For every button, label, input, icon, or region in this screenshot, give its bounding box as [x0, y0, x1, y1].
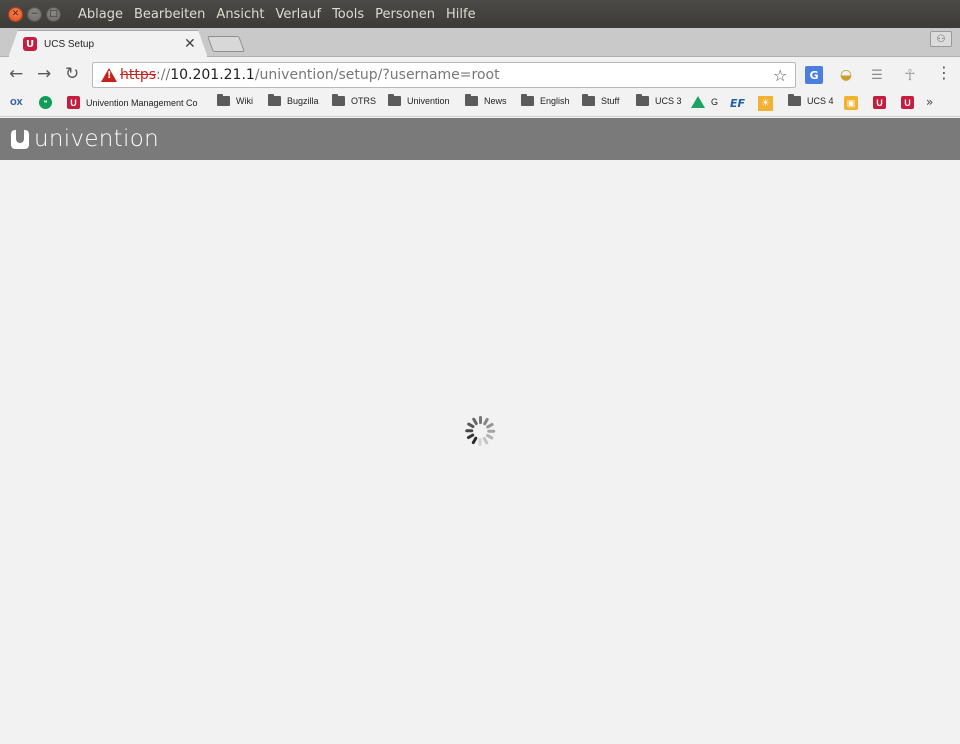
menu-ansicht[interactable]: Ansicht [216, 7, 264, 22]
tab-strip: U UCS Setup ✕ [0, 28, 960, 58]
bookmark-sun[interactable]: ☀ [758, 96, 773, 111]
bookmark-label: Wiki [236, 96, 253, 106]
folder-icon [636, 94, 649, 106]
ef-icon: EF [730, 97, 746, 110]
spinner-spoke [487, 429, 496, 433]
folder-icon [217, 94, 230, 106]
url-path: /univention/setup/?username=root [254, 67, 500, 83]
new-tab-button[interactable] [207, 36, 245, 52]
app-menu-bar: Ablage Bearbeiten Ansicht Verlauf Tools … [78, 0, 487, 28]
url-text[interactable]: https://10.201.21.1/univention/setup/?us… [120, 67, 500, 83]
bookmark-univention-u-2[interactable]: U [901, 96, 920, 109]
bookmark-univention[interactable]: Univention [388, 94, 450, 106]
bookmarks-bar: OX ❝ U Univention Management Co Wiki Bugz… [0, 91, 960, 117]
folder-icon [521, 94, 534, 106]
tab-close-icon[interactable]: ✕ [184, 36, 196, 52]
bookmark-label: Bugzilla [287, 96, 319, 106]
bookmark-stuff[interactable]: Stuff [582, 94, 620, 106]
bookmark-news[interactable]: News [465, 94, 507, 106]
reload-icon[interactable]: ↻ [65, 65, 79, 83]
page-content [0, 160, 960, 744]
window-titlebar: ✕ − □ Ablage Bearbeiten Ansicht Verlauf … [0, 0, 960, 28]
u-icon: U [901, 96, 914, 109]
bookmark-ox[interactable]: OX [10, 98, 23, 107]
bookmark-univention-management[interactable]: U Univention Management Co [67, 96, 198, 109]
browser-menu-icon[interactable]: ⋮ [936, 65, 952, 81]
bookmark-ef[interactable]: EF [730, 97, 745, 110]
folder-icon [582, 94, 595, 106]
address-bar[interactable]: https://10.201.21.1/univention/setup/?us… [92, 62, 796, 88]
spinner-spoke [479, 416, 482, 424]
bookmark-label: English [540, 96, 570, 106]
url-host: 10.201.21.1 [170, 67, 255, 83]
ox-icon: OX [10, 98, 23, 107]
folder-icon [332, 94, 345, 106]
browser-toolbar: ← → ↻ https://10.201.21.1/univention/set… [0, 57, 960, 91]
bookmark-ucs4[interactable]: UCS 4 [788, 94, 834, 106]
bookmark-label: UCS 3 [655, 96, 682, 106]
sun-icon: ☀ [758, 96, 773, 111]
menu-ablage[interactable]: Ablage [78, 7, 123, 22]
bookmark-wiki[interactable]: Wiki [217, 94, 253, 106]
folder-icon [465, 94, 478, 106]
bookmark-label: G [711, 97, 719, 107]
bowl-extension-icon[interactable]: ◒ [837, 66, 855, 84]
not-secure-warning-icon[interactable] [101, 68, 117, 82]
spinner-spoke [485, 433, 494, 440]
bookmark-label: News [484, 96, 507, 106]
bookmark-google-drive[interactable]: G [691, 96, 718, 108]
bookmark-univention-u-1[interactable]: U [873, 96, 892, 109]
tab-ucs-setup[interactable]: U UCS Setup ✕ [8, 30, 208, 58]
u-icon: U [67, 96, 80, 109]
menu-tools[interactable]: Tools [332, 7, 364, 22]
spinner-spoke [471, 436, 478, 445]
tab-title: UCS Setup [44, 38, 95, 50]
menu-personen[interactable]: Personen [375, 7, 435, 22]
window-maximize-button[interactable]: □ [46, 7, 61, 22]
loading-spinner-icon [465, 416, 496, 446]
back-arrow-icon[interactable]: ← [9, 65, 23, 83]
bookmark-star-icon[interactable]: ☆ [773, 66, 787, 85]
bookmark-hangouts[interactable]: ❝ [39, 96, 52, 109]
window-minimize-button[interactable]: − [27, 7, 42, 22]
window-close-button[interactable]: ✕ [8, 7, 23, 22]
bookmark-label: Univention [407, 96, 450, 106]
spinner-spoke [465, 429, 474, 433]
menu-bearbeiten[interactable]: Bearbeiten [134, 7, 205, 22]
bookmark-box[interactable]: ▣ [844, 96, 858, 110]
bookmark-label: UCS 4 [807, 96, 834, 106]
ankh-extension-icon[interactable]: ☥ [901, 66, 919, 84]
univention-header: univention [0, 118, 960, 160]
url-scheme: https [120, 67, 157, 83]
bookmark-label: Univention Management Co [86, 97, 198, 108]
box-icon: ▣ [844, 96, 858, 110]
spinner-spoke [482, 436, 489, 445]
hangouts-icon: ❝ [39, 96, 52, 109]
translate-extension-icon[interactable]: G [805, 66, 823, 84]
bookmark-ucs3[interactable]: UCS 3 [636, 94, 682, 106]
bookmarks-more-button[interactable]: » [926, 95, 933, 109]
bookmark-label: OTRS [351, 96, 377, 106]
url-separator: :// [156, 67, 171, 83]
drive-icon [691, 96, 705, 108]
menu-hilfe[interactable]: Hilfe [446, 7, 476, 22]
bookmark-otrs[interactable]: OTRS [332, 94, 377, 106]
bookmark-bugzilla[interactable]: Bugzilla [268, 94, 319, 106]
profile-icon[interactable]: ⚇ [930, 31, 952, 47]
spinner-spoke [485, 422, 494, 429]
folder-icon [788, 94, 801, 106]
bookmark-label: Stuff [601, 96, 620, 106]
folder-icon [268, 94, 281, 106]
univention-logo-icon [11, 130, 29, 149]
u-icon: U [23, 37, 37, 51]
spinner-spoke [479, 438, 482, 446]
forward-arrow-icon[interactable]: → [37, 65, 51, 83]
menu-verlauf[interactable]: Verlauf [275, 7, 321, 22]
univention-logo-text: univention [34, 126, 159, 152]
folder-icon [388, 94, 401, 106]
stack-extension-icon[interactable]: ☰ [868, 66, 886, 84]
bookmark-english[interactable]: English [521, 94, 570, 106]
u-icon: U [873, 96, 886, 109]
